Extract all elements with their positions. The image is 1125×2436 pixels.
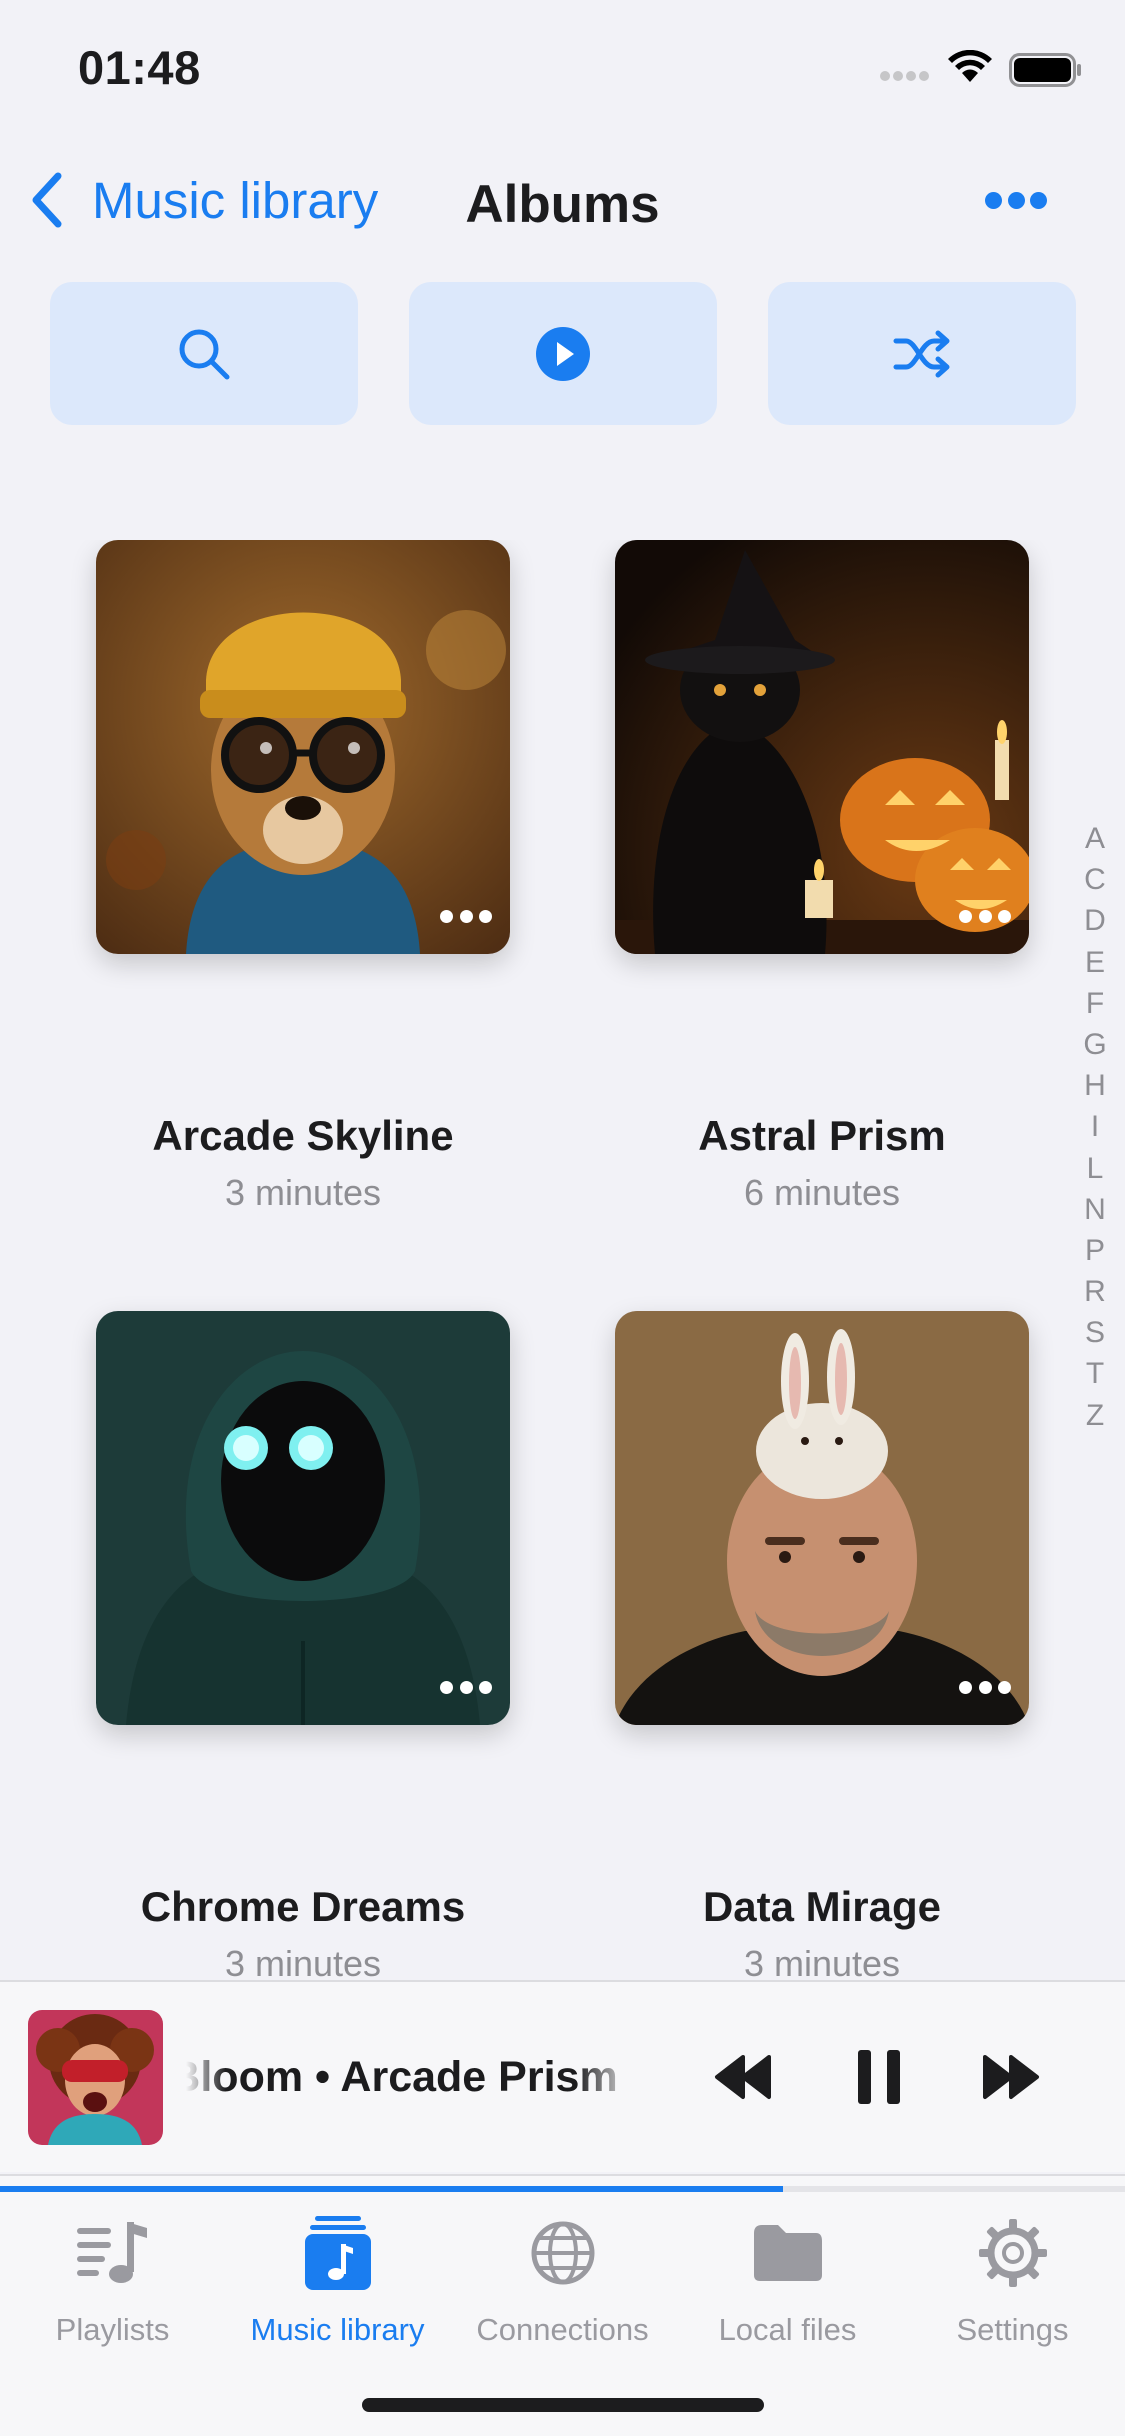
index-letter[interactable]: N xyxy=(1084,1189,1106,1230)
album-title: Astral Prism xyxy=(698,1112,946,1159)
album-duration: 3 minutes xyxy=(743,1943,901,1980)
tab-settings[interactable]: Settings xyxy=(900,2200,1125,2360)
shuffle-button[interactable] xyxy=(768,282,1076,425)
tab-music-library[interactable]: Music library xyxy=(225,2200,450,2360)
play-circle-icon xyxy=(536,326,590,381)
status-bar: 01:48 xyxy=(0,0,1125,140)
album-card[interactable]: Astral Prism 6 minutes xyxy=(615,540,1029,1214)
index-letter[interactable]: R xyxy=(1084,1271,1106,1312)
search-button[interactable] xyxy=(50,282,358,425)
index-letter[interactable]: S xyxy=(1085,1312,1105,1353)
playlist-icon xyxy=(75,2208,151,2298)
navigation-bar: Music library Albums xyxy=(0,150,1125,250)
index-letter[interactable]: A xyxy=(1085,818,1105,859)
tab-label: Music library xyxy=(250,2312,425,2347)
index-letter[interactable]: T xyxy=(1086,1353,1104,1394)
album-artwork[interactable] xyxy=(96,1311,510,1725)
album-grid: Arcade Skyline 3 minutes Astral Prism 6 … xyxy=(0,540,1080,1980)
index-letter[interactable]: C xyxy=(1084,859,1106,900)
album-cover-image xyxy=(615,1311,1029,1725)
now-playing-title: Biscuit Bloom • Arcade Prism xyxy=(186,2053,618,2101)
now-playing-cover-image xyxy=(28,2010,163,2145)
album-duration: 6 minutes xyxy=(743,1172,901,1213)
music-library-icon xyxy=(304,2208,371,2298)
album-more-button[interactable] xyxy=(959,910,1011,924)
pause-icon xyxy=(858,2050,900,2104)
globe-icon xyxy=(530,2208,596,2298)
tab-label: Playlists xyxy=(55,2312,170,2347)
album-cover-image xyxy=(96,1311,510,1725)
tab-bar: Playlists Music library Connections Loca… xyxy=(0,2174,1125,2436)
album-artwork[interactable] xyxy=(615,540,1029,954)
index-letter[interactable]: D xyxy=(1084,900,1106,941)
status-time: 01:48 xyxy=(78,41,201,94)
previous-track-button[interactable] xyxy=(708,2042,778,2112)
pause-button[interactable] xyxy=(844,2042,914,2112)
wifi-icon xyxy=(948,50,992,82)
now-playing-title-marquee[interactable]: Biscuit Bloom • Arcade Prism xyxy=(186,2042,636,2112)
alphabet-index[interactable]: A C D E F G H I L N P R S T Z xyxy=(1077,818,1113,1436)
index-letter[interactable]: H xyxy=(1084,1065,1106,1106)
album-title: Arcade Skyline xyxy=(152,1112,454,1159)
tab-label: Settings xyxy=(956,2312,1069,2347)
mini-player[interactable]: Biscuit Bloom • Arcade Prism xyxy=(0,1980,1125,2172)
album-cover-image xyxy=(615,540,1029,954)
shuffle-icon xyxy=(893,330,950,377)
home-indicator xyxy=(362,2398,764,2412)
album-card[interactable]: Chrome Dreams 3 minutes xyxy=(96,1311,510,1980)
album-card[interactable]: Data Mirage 3 minutes xyxy=(615,1311,1029,1980)
tab-local-files[interactable]: Local files xyxy=(675,2200,900,2360)
cellular-signal-icon xyxy=(880,68,934,82)
index-letter[interactable]: Z xyxy=(1086,1395,1104,1436)
now-playing-artwork[interactable] xyxy=(28,2010,163,2145)
index-letter[interactable]: I xyxy=(1091,1106,1099,1147)
page-title: Albums xyxy=(465,175,660,234)
album-duration: 3 minutes xyxy=(224,1943,382,1980)
album-more-button[interactable] xyxy=(440,910,492,924)
search-icon xyxy=(179,329,230,379)
playback-progress-bar[interactable] xyxy=(0,2186,1125,2192)
tab-connections[interactable]: Connections xyxy=(450,2200,675,2360)
action-buttons xyxy=(50,282,1076,425)
album-artwork[interactable] xyxy=(96,540,510,954)
album-more-button[interactable] xyxy=(959,1681,1011,1695)
battery-icon xyxy=(1009,53,1081,87)
more-options-button[interactable] xyxy=(985,186,1047,214)
gear-icon xyxy=(978,2208,1048,2298)
index-letter[interactable]: E xyxy=(1085,942,1105,983)
album-duration: 3 minutes xyxy=(224,1172,382,1213)
playback-progress-fill xyxy=(0,2186,783,2192)
album-more-button[interactable] xyxy=(440,1681,492,1695)
album-artwork[interactable] xyxy=(615,1311,1029,1725)
next-track-button[interactable] xyxy=(976,2042,1046,2112)
album-card[interactable]: Arcade Skyline 3 minutes xyxy=(96,540,510,1214)
folder-icon xyxy=(752,2208,824,2298)
fast-forward-icon xyxy=(983,2055,1039,2099)
album-title: Data Mirage xyxy=(702,1883,942,1930)
tab-label: Local files xyxy=(718,2312,857,2347)
play-all-button[interactable] xyxy=(409,282,717,425)
index-letter[interactable]: G xyxy=(1083,1024,1106,1065)
index-letter[interactable]: F xyxy=(1086,983,1104,1024)
album-title: Chrome Dreams xyxy=(140,1883,466,1930)
rewind-icon xyxy=(715,2055,771,2099)
album-cover-image xyxy=(96,540,510,954)
index-letter[interactable]: L xyxy=(1087,1148,1104,1189)
tab-label: Connections xyxy=(476,2312,649,2347)
index-letter[interactable]: P xyxy=(1085,1230,1105,1271)
tab-playlists[interactable]: Playlists xyxy=(0,2200,225,2360)
